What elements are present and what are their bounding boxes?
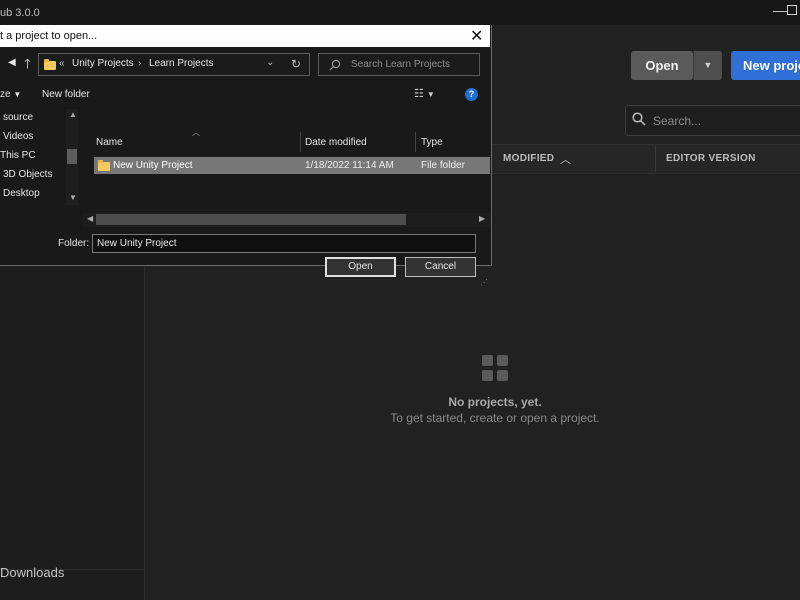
dialog-search-placeholder: Search Learn Projects bbox=[351, 59, 450, 70]
row-date: 1/18/2022 11:14 AM bbox=[305, 160, 394, 171]
column-separator bbox=[655, 145, 656, 172]
sort-indicator-icon: ︿ bbox=[192, 128, 200, 137]
sort-ascending-icon: ︿ bbox=[560, 154, 571, 166]
nav-item-desktop[interactable]: Desktop bbox=[3, 188, 40, 199]
column-date-modified[interactable]: Date modified bbox=[305, 137, 367, 148]
folder-label: Folder: bbox=[58, 238, 90, 249]
address-bar[interactable]: « Unity Projects › Learn Projects ⌄ ↻ bbox=[38, 53, 310, 76]
chevron-down-icon: ▼ bbox=[13, 90, 22, 99]
hub-search-placeholder: Search... bbox=[653, 114, 702, 128]
projects-grid-icon bbox=[482, 355, 509, 382]
help-icon[interactable]: ? bbox=[465, 88, 478, 101]
dialog-title: t a project to open... bbox=[0, 30, 98, 42]
column-separator[interactable] bbox=[415, 132, 416, 152]
nav-item-3d-objects[interactable]: 3D Objects bbox=[3, 169, 52, 180]
breadcrumb-overflow[interactable]: « bbox=[59, 58, 65, 69]
dialog-title-bar: t a project to open... ✕ bbox=[0, 25, 490, 47]
close-icon[interactable]: ✕ bbox=[470, 26, 483, 46]
scroll-down-icon[interactable]: ▼ bbox=[69, 193, 77, 202]
up-arrow-icon[interactable]: 🡑 bbox=[24, 55, 31, 77]
empty-state-title: No projects, yet. bbox=[448, 395, 542, 409]
search-icon bbox=[329, 59, 341, 71]
dialog-cancel-button[interactable]: Cancel bbox=[405, 257, 476, 277]
resize-grip-icon[interactable]: ⋰ bbox=[480, 278, 488, 287]
row-type: File folder bbox=[421, 160, 465, 171]
nav-pane-scrollbar[interactable]: ▲ ▼ bbox=[66, 109, 78, 205]
scroll-thumb[interactable] bbox=[67, 149, 77, 164]
scroll-thumb[interactable] bbox=[96, 214, 406, 225]
chevron-down-icon[interactable]: ▼ bbox=[693, 51, 722, 80]
column-editor-version[interactable]: EDITOR VERSION bbox=[666, 153, 756, 164]
column-separator[interactable] bbox=[300, 132, 301, 152]
new-project-button[interactable]: New project bbox=[731, 51, 800, 80]
nav-item-this-pc[interactable]: This PC bbox=[0, 150, 36, 161]
hub-window-title: ub 3.0.0 bbox=[0, 7, 40, 19]
dialog-search-input[interactable]: Search Learn Projects bbox=[318, 53, 480, 76]
dialog-open-button[interactable]: Open bbox=[325, 257, 396, 277]
row-name[interactable]: New Unity Project bbox=[113, 160, 192, 171]
sidebar-item-downloads[interactable]: Downloads bbox=[0, 565, 64, 580]
maximize-icon[interactable] bbox=[787, 5, 797, 15]
folder-icon bbox=[44, 59, 56, 70]
organize-label: ze bbox=[0, 89, 11, 100]
hub-title-bar: ub 3.0.0 — bbox=[0, 0, 800, 25]
breadcrumb-learn-projects[interactable]: Learn Projects bbox=[149, 58, 213, 69]
column-type[interactable]: Type bbox=[421, 137, 443, 148]
open-project-button[interactable]: Open bbox=[631, 51, 693, 80]
open-project-dialog: t a project to open... ✕ ◀ 🡑 « Unity Pro… bbox=[0, 25, 492, 287]
nav-item-source[interactable]: source bbox=[3, 112, 33, 123]
scroll-up-icon[interactable]: ▲ bbox=[69, 110, 77, 119]
view-options-icon[interactable]: ☷ ▼ bbox=[414, 87, 435, 100]
chevron-down-icon[interactable]: ⌄ bbox=[266, 57, 274, 68]
empty-state-subtitle: To get started, create or open a project… bbox=[390, 411, 600, 425]
refresh-icon[interactable]: ↻ bbox=[291, 57, 301, 71]
folder-field[interactable] bbox=[92, 234, 476, 253]
minimize-icon[interactable]: — bbox=[773, 2, 787, 22]
file-list-hscrollbar[interactable]: ◀ ▶ bbox=[83, 213, 490, 227]
search-icon bbox=[632, 112, 646, 126]
nav-item-videos[interactable]: Videos bbox=[3, 131, 33, 142]
hub-search-input[interactable]: Search... bbox=[625, 105, 800, 136]
scroll-left-icon[interactable]: ◀ bbox=[87, 214, 93, 223]
column-modified[interactable]: MODIFIED bbox=[503, 153, 554, 164]
breadcrumb-separator-icon: › bbox=[138, 58, 142, 69]
organize-menu[interactable]: ze ▼ bbox=[0, 89, 21, 100]
new-folder-button[interactable]: New folder bbox=[42, 89, 90, 100]
scroll-right-icon[interactable]: ▶ bbox=[479, 214, 485, 223]
breadcrumb-unity-projects[interactable]: Unity Projects bbox=[72, 58, 134, 69]
folder-icon bbox=[98, 160, 110, 171]
file-list-pane bbox=[83, 107, 490, 203]
column-name[interactable]: Name bbox=[96, 137, 123, 148]
back-arrow-icon[interactable]: ◀ bbox=[8, 57, 16, 68]
